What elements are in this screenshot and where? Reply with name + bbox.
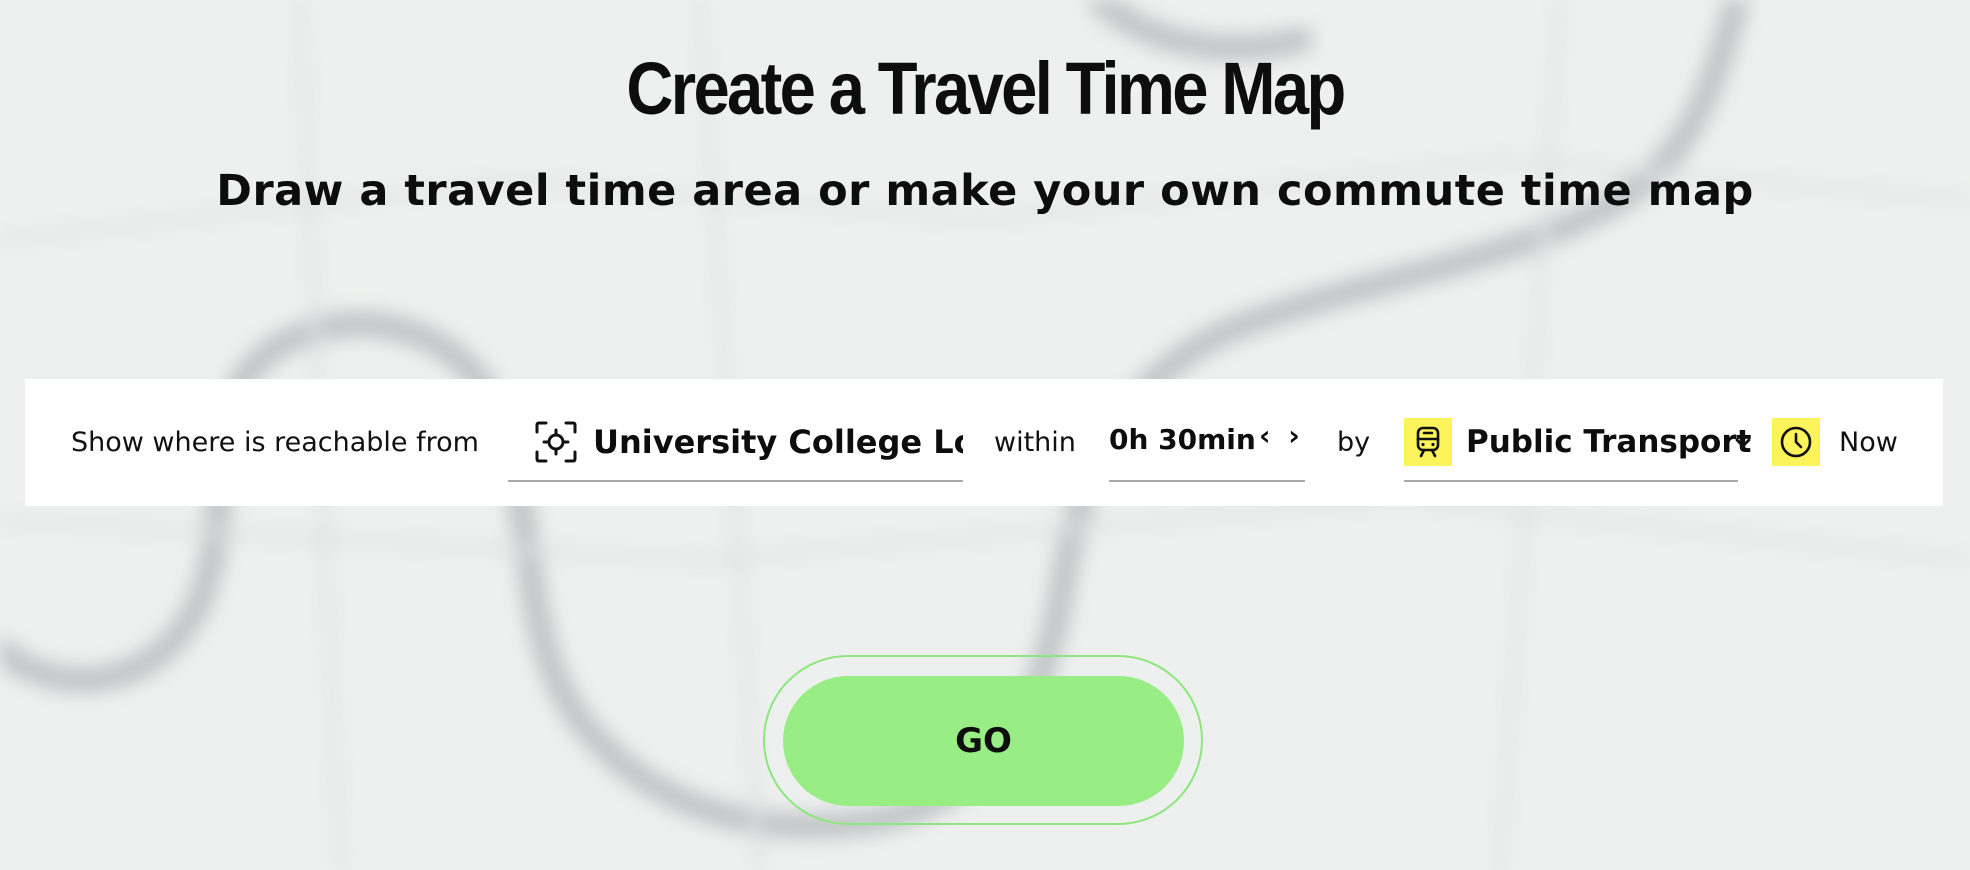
page-title: Create a Travel Time Map <box>626 47 1346 130</box>
duration-field[interactable]: 0h 30min ‹ › <box>1109 379 1305 482</box>
duration-adjust-arrows[interactable]: ‹ › <box>1259 419 1304 452</box>
departure-time-value[interactable]: Now <box>1839 427 1898 458</box>
go-button[interactable]: GO <box>783 676 1184 806</box>
reachable-from-label: Show where is reachable from <box>71 427 479 458</box>
location-value: University College Lond... <box>593 423 963 461</box>
train-icon <box>1404 418 1452 466</box>
duration-value: 0h 30min <box>1109 423 1256 456</box>
transport-mode-select[interactable]: Public Transport <box>1404 379 1751 482</box>
chevron-down-icon <box>1735 438 1751 448</box>
transport-mode-value: Public Transport <box>1466 424 1752 460</box>
page-subtitle: Draw a travel time area or make your own… <box>216 166 1754 216</box>
by-label: by <box>1337 427 1371 458</box>
clock-icon <box>1780 426 1812 458</box>
departure-time-button[interactable] <box>1772 418 1820 466</box>
crosshair-location-icon <box>535 421 577 463</box>
within-label: within <box>994 427 1076 458</box>
location-field[interactable]: University College Lond... <box>508 379 963 482</box>
travel-time-form: Show where is reachable from University … <box>25 379 1943 506</box>
